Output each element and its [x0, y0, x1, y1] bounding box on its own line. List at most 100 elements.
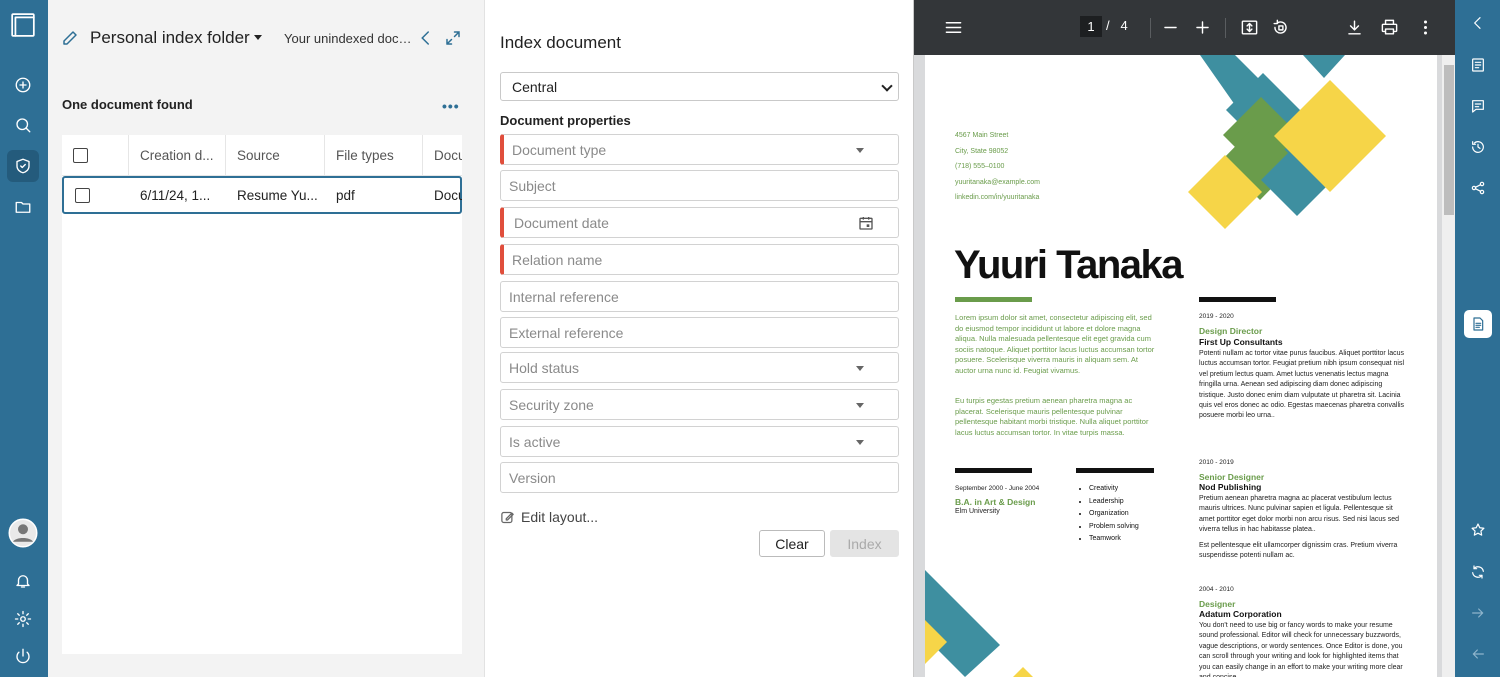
skills-list: Creativity Leadership Organization Probl… — [1077, 483, 1139, 546]
resume-intro-2: Eu turpis egestas pretium aenean pharetr… — [955, 396, 1149, 437]
black-bar — [1199, 297, 1276, 302]
history-icon[interactable] — [1464, 133, 1492, 161]
list-item: Creativity — [1089, 483, 1139, 496]
select-all-checkbox[interactable] — [73, 148, 88, 163]
refresh-icon[interactable] — [1464, 558, 1492, 586]
security-zone-placeholder: Security zone — [509, 396, 594, 413]
contact-address: 4567 Main Street — [955, 132, 1009, 139]
zoom-in-icon[interactable] — [1193, 18, 1212, 37]
page-separator: / — [1106, 18, 1110, 33]
page-total-count: 4 — [1120, 18, 1128, 33]
hold-status-field[interactable]: Hold status — [500, 352, 899, 383]
grid-header: Creation d... Source File types Docu — [62, 135, 462, 176]
chevron-left-icon[interactable] — [1464, 9, 1492, 37]
internal-reference-field[interactable]: Internal reference — [500, 281, 899, 312]
chevron-left-icon[interactable] — [417, 29, 435, 47]
job-company: Nod Publishing — [1199, 482, 1262, 492]
subject-placeholder: Subject — [509, 177, 556, 194]
version-field[interactable]: Version — [500, 462, 899, 493]
security-zone-field[interactable]: Security zone — [500, 389, 899, 420]
pencil-icon[interactable] — [61, 29, 79, 47]
pdf-scrollbar[interactable] — [1442, 55, 1456, 677]
subject-field[interactable]: Subject — [500, 170, 899, 201]
column-creation-date[interactable]: Creation d... — [129, 135, 226, 176]
contact-city: City, State 98052 — [955, 148, 1009, 155]
print-icon[interactable] — [1380, 18, 1399, 37]
table-row[interactable]: 6/11/24, 1... Resume Yu... pdf Docu — [62, 176, 462, 214]
folder-icon[interactable] — [7, 191, 39, 223]
edit-icon — [501, 511, 514, 523]
arrow-right-icon[interactable] — [1464, 599, 1492, 627]
avatar[interactable] — [6, 516, 40, 550]
chevron-down-icon — [881, 80, 893, 92]
job-title: Senior Designer — [1199, 472, 1265, 482]
location-select[interactable]: Central — [500, 72, 899, 101]
row-checkbox[interactable] — [75, 187, 90, 203]
page-number-input[interactable]: 1 — [1080, 16, 1102, 37]
bell-icon[interactable] — [7, 565, 39, 597]
edu-degree: B.A. in Art & Design — [955, 497, 1036, 507]
pdf-viewer: 1 / 4 4567 Main Street City, State 98052… — [913, 0, 1456, 677]
job-date: 2019 - 2020 — [1199, 313, 1234, 320]
job-description: Pretium aenean pharetra magna ac placera… — [1199, 495, 1399, 534]
index-button[interactable]: Index — [830, 530, 899, 557]
document-type-field[interactable]: Document type — [500, 134, 899, 165]
list-item: Organization — [1089, 508, 1139, 521]
location-select-value: Central — [512, 78, 558, 95]
column-source[interactable]: Source — [226, 135, 325, 176]
rotate-icon[interactable] — [1271, 18, 1290, 37]
cell-document: Docu — [434, 187, 462, 203]
toolbar-divider — [1225, 18, 1226, 38]
column-document[interactable]: Docu — [423, 135, 462, 176]
document-list-icon[interactable] — [1464, 51, 1492, 79]
more-vertical-icon[interactable] — [1416, 18, 1435, 37]
chevron-down-icon[interactable] — [254, 35, 262, 40]
list-item: Teamwork — [1089, 533, 1139, 546]
document-properties-icon[interactable] — [1464, 310, 1492, 338]
row-checkbox-cell — [64, 178, 129, 212]
folder-title[interactable]: Personal index folder — [90, 28, 250, 48]
cell-creation-date: 6/11/24, 1... — [140, 187, 211, 203]
relation-name-field[interactable]: Relation name — [500, 244, 899, 275]
comment-icon[interactable] — [1464, 92, 1492, 120]
zoom-out-icon[interactable] — [1161, 18, 1180, 37]
job-company: Adatum Corporation — [1199, 609, 1282, 619]
unindexed-documents-link[interactable]: Your unindexed documents — [284, 31, 412, 46]
search-icon[interactable] — [7, 109, 39, 141]
internal-reference-placeholder: Internal reference — [509, 288, 619, 305]
app-logo-icon[interactable] — [6, 8, 40, 42]
job-description: You don't need to use big or fancy words… — [1199, 622, 1403, 677]
is-active-field[interactable]: Is active — [500, 426, 899, 457]
contact-linkedin: linkedin.com/in/yuuritanaka — [955, 194, 1040, 201]
scrollbar-thumb[interactable] — [1444, 65, 1454, 215]
job-date: 2004 - 2010 — [1199, 586, 1234, 593]
document-grid: Creation d... Source File types Docu 6/1… — [62, 135, 462, 654]
pdf-page: 4567 Main Street City, State 98052 (718)… — [925, 55, 1437, 677]
arrow-left-icon[interactable] — [1464, 640, 1492, 668]
document-date-field[interactable]: Document date — [500, 207, 899, 238]
gear-icon[interactable] — [7, 603, 39, 635]
document-type-placeholder: Document type — [512, 141, 607, 158]
more-options-icon[interactable]: ••• — [442, 98, 460, 114]
section-label: Document properties — [500, 113, 631, 128]
calendar-icon[interactable] — [858, 215, 874, 231]
edit-layout-link[interactable]: Edit layout... — [500, 509, 598, 525]
star-icon[interactable] — [1464, 516, 1492, 544]
fit-page-icon[interactable] — [1240, 18, 1259, 37]
share-icon[interactable] — [1464, 174, 1492, 202]
power-icon[interactable] — [7, 640, 39, 672]
job-title: Designer — [1199, 599, 1236, 609]
expand-icon[interactable] — [444, 29, 462, 47]
job-description: Potenti nullam ac tortor vitae purus fau… — [1199, 350, 1405, 420]
edu-school: Elm University — [955, 508, 1000, 515]
download-icon[interactable] — [1345, 18, 1364, 37]
column-file-types[interactable]: File types — [325, 135, 423, 176]
clear-button[interactable]: Clear — [759, 530, 825, 557]
shield-icon[interactable] — [7, 150, 39, 182]
pdf-toolbar: 1 / 4 — [914, 0, 1456, 55]
add-icon[interactable] — [7, 69, 39, 101]
version-placeholder: Version — [509, 469, 556, 486]
page-total: / 4 — [1106, 18, 1128, 33]
menu-icon[interactable] — [944, 18, 963, 37]
external-reference-field[interactable]: External reference — [500, 317, 899, 348]
